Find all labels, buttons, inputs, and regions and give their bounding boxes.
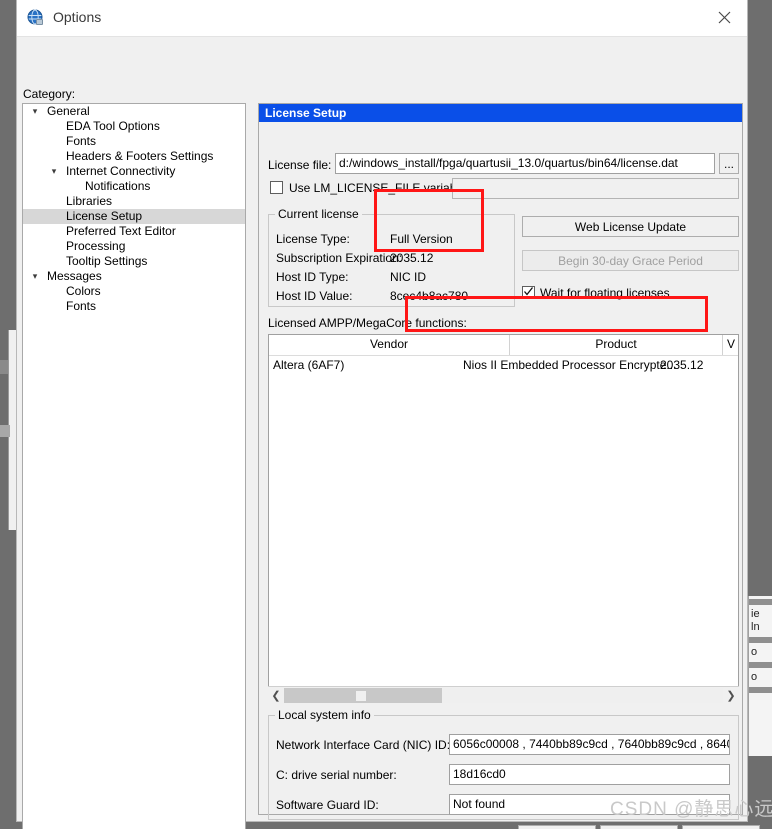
sidebar-item-internet-connectivity[interactable]: ▾ Internet Connectivity	[23, 164, 245, 179]
nic-id-input[interactable]: 6056c00008 , 7440bb89c9cd , 7640bb89c9cd…	[449, 734, 730, 755]
background-divider	[749, 637, 772, 643]
sidebar-item-label: Messages	[47, 269, 102, 283]
table-header-row: Vendor Product V	[269, 335, 738, 356]
local-system-info-group-title: Local system info	[275, 708, 374, 722]
sidebar-item-notifications[interactable]: Notifications	[23, 179, 245, 194]
quartus-globe-icon	[27, 9, 45, 27]
category-tree[interactable]: ▾ General EDA Tool Options Fonts Headers…	[22, 103, 246, 829]
use-lm-license-file-checkbox[interactable]	[270, 181, 283, 194]
panel-title: License Setup	[259, 104, 742, 122]
sidebar-item-eda-tool-options[interactable]: EDA Tool Options	[23, 119, 245, 134]
wait-floating-licenses-label: Wait for floating licenses	[540, 286, 670, 300]
sidebar-item-label: Fonts	[66, 299, 97, 313]
sidebar-item-fonts[interactable]: Fonts	[23, 134, 245, 149]
sidebar-item-libraries[interactable]: Libraries	[23, 194, 245, 209]
drive-serial-label: C: drive serial number:	[276, 768, 397, 782]
subscription-expiration-label: Subscription Expiration:	[276, 251, 403, 265]
sidebar-item-preferred-text-editor[interactable]: Preferred Text Editor	[23, 224, 245, 239]
sidebar-item-label: Notifications	[85, 179, 151, 193]
chevron-down-icon[interactable]: ▾	[29, 269, 41, 284]
current-license-group-title: Current license	[275, 207, 362, 221]
license-file-input[interactable]: d:/windows_install/fpga/quartusii_13.0/q…	[335, 153, 715, 174]
sidebar-item-label: License Setup	[66, 209, 143, 223]
background-divider	[749, 599, 772, 605]
sidebar-item-fonts-messages[interactable]: Fonts	[23, 299, 245, 314]
background-text-fragment-1: ie	[751, 608, 760, 620]
background-text-fragment-2: ln	[751, 621, 760, 633]
title-bar: Options	[17, 0, 747, 37]
sidebar-item-license-setup[interactable]: License Setup	[23, 209, 245, 224]
background-divider	[749, 687, 772, 693]
licensed-functions-label: Licensed AMPP/MegaCore functions:	[268, 316, 467, 330]
sidebar-item-label: Internet Connectivity	[66, 164, 176, 178]
web-license-update-button[interactable]: Web License Update	[522, 216, 739, 237]
background-text-fragment-3: o	[751, 646, 758, 658]
column-header-product[interactable]: Product	[510, 337, 722, 351]
host-id-type-label: Host ID Type:	[276, 270, 349, 284]
options-dialog: Options Category: ▾ General EDA Tool Opt…	[16, 0, 760, 829]
column-header-vendor[interactable]: Vendor	[269, 337, 509, 351]
category-label: Category:	[23, 87, 76, 101]
sidebar-item-processing[interactable]: Processing	[23, 239, 245, 254]
host-id-value-value: 8cec4b8ac780	[390, 289, 469, 303]
cell-version: 2035.12	[660, 358, 704, 372]
sidebar-item-label: Fonts	[66, 134, 97, 148]
help-button[interactable]: Help	[682, 825, 760, 829]
table-row[interactable]: Altera (6AF7) Nios II Embedded Processor…	[269, 356, 738, 376]
software-guard-id-label: Software Guard ID:	[276, 798, 379, 812]
license-file-label: License file:	[268, 158, 332, 172]
licensed-functions-table[interactable]: Vendor Product V Altera (6AF7) Nios II E…	[268, 334, 739, 702]
table-horizontal-scrollbar[interactable]: ❮ ❯	[268, 686, 739, 704]
subscription-expiration-value: 2035.12	[390, 251, 434, 265]
sidebar-item-label: Processing	[66, 239, 126, 253]
background-window-right-edge: ie ln o o	[748, 596, 772, 756]
window-title: Options	[53, 9, 102, 25]
lm-license-file-input[interactable]	[452, 178, 739, 199]
sidebar-item-label: Tooltip Settings	[66, 254, 148, 268]
sidebar-item-tooltip-settings[interactable]: Tooltip Settings	[23, 254, 245, 269]
host-id-type-value: NIC ID	[390, 270, 426, 284]
background-divider	[749, 662, 772, 668]
close-icon[interactable]	[701, 0, 747, 35]
cell-product: Nios II Embedded Processor Encrypte...	[463, 358, 677, 372]
sidebar-item-label: Preferred Text Editor	[66, 224, 176, 238]
wait-floating-licenses-checkbox[interactable]	[522, 286, 535, 299]
drive-serial-input[interactable]: 18d16cd0	[449, 764, 730, 785]
sidebar-item-general[interactable]: ▾ General	[23, 104, 245, 119]
screen: ie ln o o Options Category: ▾ General ED…	[0, 0, 772, 829]
license-setup-panel: License Setup License file: d:/windows_i…	[258, 103, 743, 820]
scrollbar-thumb-grip[interactable]	[356, 691, 366, 701]
use-lm-license-file-label: Use LM_LICENSE_FILE variable:	[289, 181, 470, 195]
background-window-artifact-1	[0, 360, 8, 374]
sidebar-item-label: Colors	[66, 284, 101, 298]
ok-button[interactable]: OK	[518, 825, 596, 829]
nic-id-label: Network Interface Card (NIC) ID:	[276, 738, 451, 752]
cell-vendor: Altera (6AF7)	[273, 358, 345, 372]
background-window-artifact-2	[0, 425, 10, 437]
browse-button[interactable]: ...	[719, 153, 739, 174]
column-header-version[interactable]: V	[723, 337, 738, 351]
cancel-button[interactable]: Cancel	[600, 825, 678, 829]
license-type-value: Full Version	[390, 232, 453, 246]
scroll-right-arrow-icon[interactable]: ❯	[723, 687, 739, 704]
background-text-fragment-4: o	[751, 671, 758, 683]
watermark: CSDN @静思心远	[610, 799, 772, 820]
sidebar-item-label: EDA Tool Options	[66, 119, 160, 133]
sidebar-item-label: General	[47, 104, 90, 118]
sidebar-item-label: Libraries	[66, 194, 113, 208]
sidebar-item-messages[interactable]: ▾ Messages	[23, 269, 245, 284]
chevron-down-icon[interactable]: ▾	[48, 164, 60, 179]
host-id-value-label: Host ID Value:	[276, 289, 353, 303]
sidebar-item-colors[interactable]: Colors	[23, 284, 245, 299]
begin-grace-period-button: Begin 30-day Grace Period	[522, 250, 739, 271]
license-type-label: License Type:	[276, 232, 350, 246]
sidebar-item-headers-footers-settings[interactable]: Headers & Footers Settings	[23, 149, 245, 164]
chevron-down-icon[interactable]: ▾	[29, 104, 41, 119]
sidebar-item-label: Headers & Footers Settings	[66, 149, 214, 163]
scroll-left-arrow-icon[interactable]: ❮	[268, 687, 284, 704]
